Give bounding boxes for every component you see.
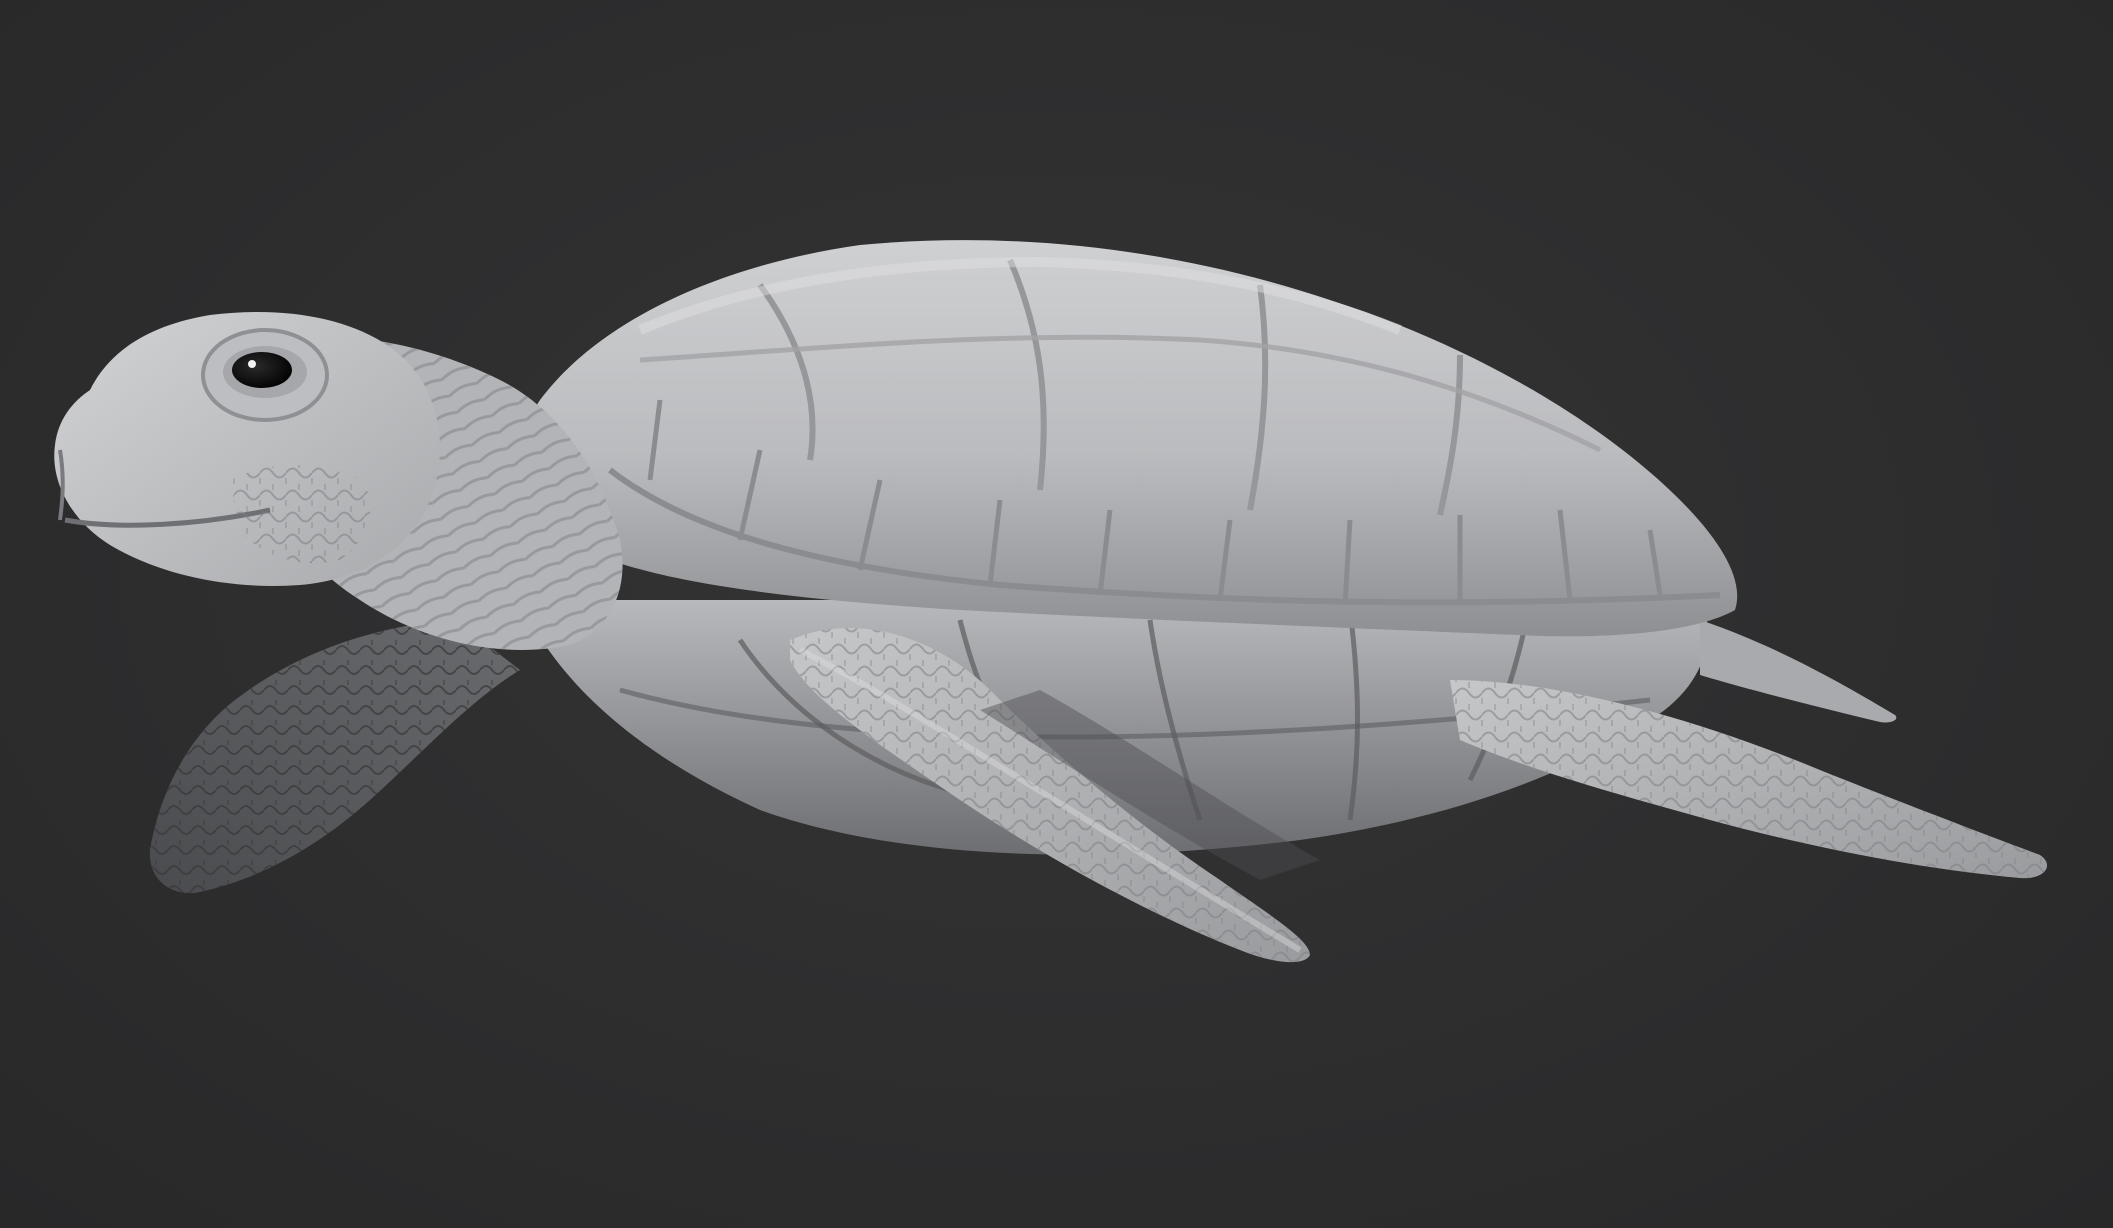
far-front-flipper	[149, 620, 520, 894]
render-viewport	[0, 0, 2113, 1228]
turtle-eye	[232, 352, 292, 388]
turtle-shell	[524, 240, 1738, 637]
turtle-tail	[1700, 620, 1897, 723]
rear-flipper	[1450, 680, 2048, 879]
turtle-head	[54, 311, 440, 586]
turtle-render	[54, 240, 2048, 963]
